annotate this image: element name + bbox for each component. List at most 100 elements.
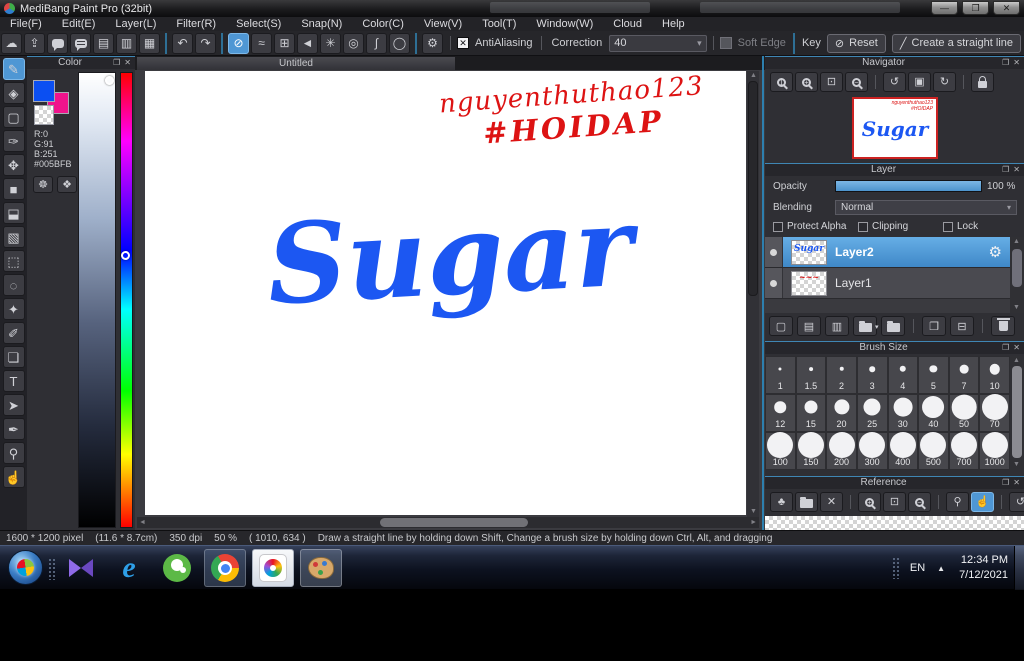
tool-select-rect-button[interactable]: ⬚ bbox=[2, 250, 25, 272]
tool-magic-wand-button[interactable]: ✦ bbox=[2, 298, 25, 320]
brush-size-cell[interactable]: 25 bbox=[856, 394, 888, 432]
menu-help[interactable]: Help bbox=[652, 17, 695, 31]
snap-off-button[interactable]: ⊘ bbox=[228, 32, 249, 54]
layer-list-scrollbar[interactable]: ▲ ▼ bbox=[1010, 237, 1024, 313]
layer-merge-button[interactable]: ⊟ bbox=[950, 316, 974, 336]
tool-move-button[interactable]: ✥ bbox=[2, 154, 25, 176]
tool-divide-button[interactable]: ✒ bbox=[2, 418, 25, 440]
brush-size-cell[interactable]: 30 bbox=[887, 394, 919, 432]
menu-layer[interactable]: Layer(L) bbox=[105, 17, 166, 31]
layer-new-button[interactable]: ▢ bbox=[769, 316, 793, 336]
scroll-down-icon[interactable]: ▼ bbox=[750, 507, 757, 517]
nav-rotate-reset-button[interactable]: ↻ bbox=[933, 72, 956, 92]
brush-size-cell[interactable]: 15 bbox=[795, 394, 827, 432]
reset-button[interactable]: ⊘ Reset bbox=[826, 33, 886, 53]
ref-import-button[interactable]: ♣ bbox=[770, 492, 793, 512]
layer-folder-button[interactable] bbox=[881, 316, 905, 336]
nav-zoom-actual-button[interactable]: 1 bbox=[770, 72, 793, 92]
layer-new-8bit-button[interactable]: ▤ bbox=[797, 316, 821, 336]
snap-vanishing-button[interactable]: ◄ bbox=[297, 32, 318, 54]
tool-eraser-button[interactable]: ◈ bbox=[2, 82, 25, 104]
scroll-up-icon[interactable]: ▲ bbox=[1013, 237, 1020, 247]
brush-size-cell[interactable]: 5 bbox=[918, 356, 949, 394]
brush-size-cell[interactable]: 300 bbox=[856, 432, 888, 470]
taskbar-medibang-button[interactable] bbox=[252, 549, 294, 587]
popout-icon[interactable]: ❐ bbox=[1002, 165, 1009, 175]
close-icon[interactable]: ✕ bbox=[1013, 165, 1020, 175]
taskbar-paint-button[interactable] bbox=[300, 549, 342, 587]
snap-settings-button[interactable]: ⚙ bbox=[422, 32, 443, 54]
nav-lock-button[interactable] bbox=[971, 72, 994, 92]
menu-file[interactable]: File(F) bbox=[0, 17, 52, 31]
scrollbar-thumb[interactable] bbox=[380, 518, 528, 527]
brush-size-cell[interactable]: 1 bbox=[765, 356, 796, 394]
brush-size-cell[interactable]: 2 bbox=[826, 356, 857, 394]
close-icon[interactable]: ✕ bbox=[1013, 478, 1020, 488]
drawing-canvas[interactable]: nguyenthuthao123 #HOIDAP Sugar bbox=[145, 71, 746, 515]
ref-zoom-fit-button[interactable]: ⊡ bbox=[883, 492, 906, 512]
brush-size-cell[interactable]: 20 bbox=[826, 394, 857, 432]
nav-fit-screen-button[interactable]: ▣ bbox=[908, 72, 931, 92]
hue-marker[interactable] bbox=[121, 251, 130, 260]
color-palette-button[interactable]: ❖ bbox=[57, 176, 77, 193]
restore-button[interactable]: ❐ bbox=[962, 1, 989, 15]
show-desktop-button[interactable] bbox=[1014, 546, 1024, 590]
brush-grid-scrollbar[interactable]: ▲ ▼ bbox=[1010, 356, 1024, 470]
popout-icon[interactable]: ❐ bbox=[113, 58, 120, 68]
start-button[interactable] bbox=[8, 550, 43, 585]
antialiasing-checkbox[interactable]: ✕ bbox=[457, 37, 469, 49]
brush-size-cell[interactable]: 10 bbox=[979, 356, 1010, 394]
taskbar-chrome-button[interactable] bbox=[204, 549, 246, 587]
tool-select-eraser-button[interactable]: ❏ bbox=[2, 346, 25, 368]
layer-visibility-toggle[interactable] bbox=[765, 237, 783, 267]
nav-zoom-in-button[interactable]: + bbox=[795, 72, 818, 92]
snap-concentric-button[interactable]: ◎ bbox=[343, 32, 364, 54]
nav-zoom-fit-button[interactable]: ⊡ bbox=[820, 72, 843, 92]
protect-alpha-checkbox[interactable]: Protect Alpha bbox=[773, 221, 846, 232]
tool-eyedropper-button[interactable]: ⚲ bbox=[2, 442, 25, 464]
clipping-checkbox[interactable]: Clipping bbox=[858, 221, 908, 232]
layer-visibility-toggle[interactable] bbox=[765, 268, 783, 298]
nav-rotate-left-button[interactable]: ↺ bbox=[883, 72, 906, 92]
hue-strip[interactable] bbox=[120, 72, 133, 528]
scroll-down-icon[interactable]: ▼ bbox=[1013, 303, 1020, 313]
brush-size-cell[interactable]: 500 bbox=[918, 432, 949, 470]
brush-size-cell[interactable]: 400 bbox=[887, 432, 919, 470]
snap-curve-button[interactable]: ∫ bbox=[366, 32, 387, 54]
scroll-right-icon[interactable]: ► bbox=[750, 518, 757, 528]
document-tab[interactable]: Untitled bbox=[137, 57, 455, 70]
opacity-slider[interactable] bbox=[835, 180, 982, 192]
create-straight-line-button[interactable]: ╱ Create a straight line bbox=[891, 33, 1021, 53]
language-indicator[interactable]: EN bbox=[910, 562, 925, 574]
tool-brush-button[interactable]: ✎ bbox=[2, 58, 25, 80]
scroll-left-icon[interactable]: ◄ bbox=[139, 518, 146, 528]
brush-size-cell[interactable]: 200 bbox=[826, 432, 857, 470]
lock-checkbox[interactable]: Lock bbox=[943, 221, 978, 232]
ref-zoom-out-button[interactable]: − bbox=[908, 492, 931, 512]
chat-button[interactable] bbox=[70, 32, 91, 54]
foreground-color-swatch[interactable] bbox=[33, 80, 55, 102]
menu-filter[interactable]: Filter(R) bbox=[166, 17, 226, 31]
menu-tool[interactable]: Tool(T) bbox=[472, 17, 526, 31]
menu-cloud[interactable]: Cloud bbox=[603, 17, 652, 31]
ref-open-button[interactable] bbox=[795, 492, 818, 512]
menu-window[interactable]: Window(W) bbox=[526, 17, 603, 31]
snap-parallel-button[interactable]: ≈ bbox=[251, 32, 272, 54]
tool-bucket-button[interactable]: ⬓ bbox=[2, 202, 25, 224]
close-icon[interactable]: ✕ bbox=[1013, 343, 1020, 353]
scrollbar-thumb[interactable] bbox=[1012, 366, 1022, 458]
correction-select[interactable]: 40 ▾ bbox=[609, 34, 707, 52]
snap-grid-button[interactable]: ⊞ bbox=[274, 32, 295, 54]
minimize-button[interactable]: — bbox=[931, 1, 958, 15]
close-icon[interactable]: ✕ bbox=[124, 58, 131, 68]
soft-edge-checkbox[interactable] bbox=[719, 37, 732, 49]
taskbar-coccoc-button[interactable] bbox=[156, 549, 198, 587]
close-button[interactable]: ✕ bbox=[993, 1, 1020, 15]
navigator-thumbnail[interactable]: nguyenthuthao123 #HOIDAP Sugar bbox=[852, 97, 938, 159]
menu-snap[interactable]: Snap(N) bbox=[291, 17, 352, 31]
ref-zoom-in-button[interactable]: + bbox=[858, 492, 881, 512]
snap-ellipse-button[interactable]: ◯ bbox=[389, 32, 410, 54]
tool-shape-brush-button[interactable]: ▢ bbox=[2, 106, 25, 128]
tool-lasso-button[interactable]: ◌ bbox=[2, 274, 25, 296]
menu-select[interactable]: Select(S) bbox=[226, 17, 291, 31]
